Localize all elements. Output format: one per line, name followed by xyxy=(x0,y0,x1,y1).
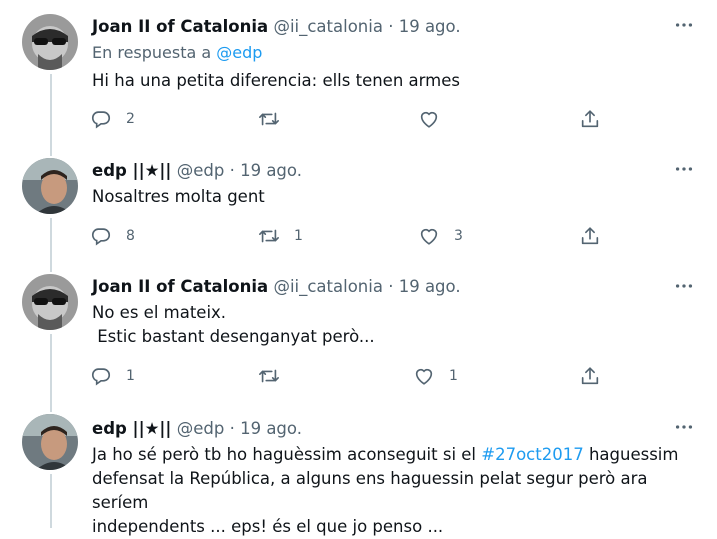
author-name[interactable]: Joan II of Catalonia xyxy=(92,277,268,296)
tweet-header: edp ||★|| @edp · 19 ago. xyxy=(92,419,302,438)
avatar[interactable] xyxy=(22,414,78,470)
reply-button[interactable]: 1 xyxy=(90,364,135,388)
tweet-time[interactable]: 19 ago. xyxy=(240,161,302,180)
tweet-actions: 8 1 3 xyxy=(90,224,610,248)
tweet-text-line: defensat la República, a alguns ens hagu… xyxy=(92,469,648,512)
tweet[interactable]: Joan II of Catalonia @ii_catalonia · 19 … xyxy=(0,266,717,404)
author-handle[interactable]: @ii_catalonia xyxy=(273,17,383,36)
retweet-button[interactable] xyxy=(258,364,294,388)
tweet-time[interactable]: 19 ago. xyxy=(399,277,461,296)
thread-line xyxy=(50,74,52,148)
share-button[interactable] xyxy=(579,364,601,388)
author-handle[interactable]: @edp xyxy=(177,161,225,180)
thread-line xyxy=(50,148,52,156)
tweet-text-line: Estic bastant desenganyat però... xyxy=(92,327,375,346)
separator-dot: · xyxy=(229,419,235,438)
tweet-text-segment: Ja ho sé però tb ho haguèssim aconseguit… xyxy=(92,445,482,464)
tweet-time[interactable]: 19 ago. xyxy=(399,17,461,36)
author-handle[interactable]: @ii_catalonia xyxy=(273,277,383,296)
tweet-text-segment: haguessim xyxy=(583,445,679,464)
separator-dot: · xyxy=(388,277,394,296)
author-handle[interactable]: @edp xyxy=(177,419,225,438)
thread-line xyxy=(50,218,52,266)
reply-handle-link[interactable]: @edp xyxy=(216,43,262,62)
separator-dot: · xyxy=(229,161,235,180)
more-icon[interactable] xyxy=(673,416,695,438)
retweet-button[interactable] xyxy=(258,107,294,131)
share-icon xyxy=(579,365,601,387)
tweet-header: Joan II of Catalonia @ii_catalonia · 19 … xyxy=(92,277,461,296)
heart-icon xyxy=(413,365,435,387)
hashtag-link[interactable]: #27oct2017 xyxy=(481,445,583,464)
tweet-actions: 1 1 xyxy=(90,364,610,388)
like-button[interactable] xyxy=(418,107,454,131)
share-button[interactable] xyxy=(579,224,601,248)
retweet-icon xyxy=(258,108,280,130)
reply-icon xyxy=(90,108,112,130)
avatar-image xyxy=(22,414,78,470)
reply-count: 8 xyxy=(126,228,135,244)
reply-to: En respuesta a @edp xyxy=(92,43,262,62)
tweet-time[interactable]: 19 ago. xyxy=(240,419,302,438)
tweet-text: Hi ha una petita diferencia: ells tenen … xyxy=(92,69,692,93)
share-icon xyxy=(579,225,601,247)
thread-line xyxy=(50,404,52,412)
like-count: 1 xyxy=(449,368,458,384)
retweet-button[interactable]: 1 xyxy=(258,224,303,248)
retweet-icon xyxy=(258,225,280,247)
like-count: 3 xyxy=(454,228,463,244)
like-button[interactable]: 3 xyxy=(418,224,463,248)
tweet-text-line: No es el mateix. xyxy=(92,303,227,322)
retweet-count: 1 xyxy=(294,228,303,244)
reply-count: 2 xyxy=(126,111,135,127)
tweet-text: Ja ho sé però tb ho haguèssim aconseguit… xyxy=(92,443,702,539)
tweet-text-line: Ja ho sé però tb ho haguèssim aconseguit… xyxy=(92,443,702,467)
thread-line xyxy=(50,334,52,404)
avatar-image xyxy=(22,14,78,70)
more-icon[interactable] xyxy=(673,275,695,297)
author-name[interactable]: Joan II of Catalonia xyxy=(92,17,268,36)
retweet-icon xyxy=(258,365,280,387)
avatar[interactable] xyxy=(22,14,78,70)
heart-icon xyxy=(418,108,440,130)
reply-icon xyxy=(90,225,112,247)
share-icon xyxy=(579,108,601,130)
reply-count: 1 xyxy=(126,368,135,384)
tweet[interactable]: edp ||★|| @edp · 19 ago. Nosaltres molta… xyxy=(0,148,717,266)
tweet[interactable]: Joan II of Catalonia @ii_catalonia · 19 … xyxy=(0,0,717,148)
heart-icon xyxy=(418,225,440,247)
separator-dot: · xyxy=(388,17,394,36)
avatar-image xyxy=(22,158,78,214)
reply-icon xyxy=(90,365,112,387)
avatar[interactable] xyxy=(22,158,78,214)
like-button[interactable]: 1 xyxy=(413,364,458,388)
more-icon[interactable] xyxy=(673,158,695,180)
author-name[interactable]: edp ||★|| xyxy=(92,419,171,438)
tweet-text-line: Hi ha una petita diferencia: ells tenen … xyxy=(92,71,460,90)
tweet-header: edp ||★|| @edp · 19 ago. xyxy=(92,161,302,180)
tweet-text-line: Nosaltres molta gent xyxy=(92,187,265,206)
reply-button[interactable]: 2 xyxy=(90,107,135,131)
reply-prefix: En respuesta a xyxy=(92,43,212,62)
thread-line xyxy=(50,266,52,272)
avatar-image xyxy=(22,274,78,330)
tweet-text: No es el mateix. Estic bastant desengany… xyxy=(92,301,692,349)
author-name[interactable]: edp ||★|| xyxy=(92,161,171,180)
thread-line xyxy=(50,474,52,528)
avatar[interactable] xyxy=(22,274,78,330)
tweet-actions: 2 xyxy=(90,107,610,131)
tweet-header: Joan II of Catalonia @ii_catalonia · 19 … xyxy=(92,17,461,36)
tweet-text-line: independents ... eps! és el que jo penso… xyxy=(92,517,444,536)
more-icon[interactable] xyxy=(673,14,695,36)
share-button[interactable] xyxy=(579,107,601,131)
tweet-text: Nosaltres molta gent xyxy=(92,185,692,209)
reply-button[interactable]: 8 xyxy=(90,224,135,248)
tweet[interactable]: edp ||★|| @edp · 19 ago. Ja ho sé però t… xyxy=(0,404,717,536)
